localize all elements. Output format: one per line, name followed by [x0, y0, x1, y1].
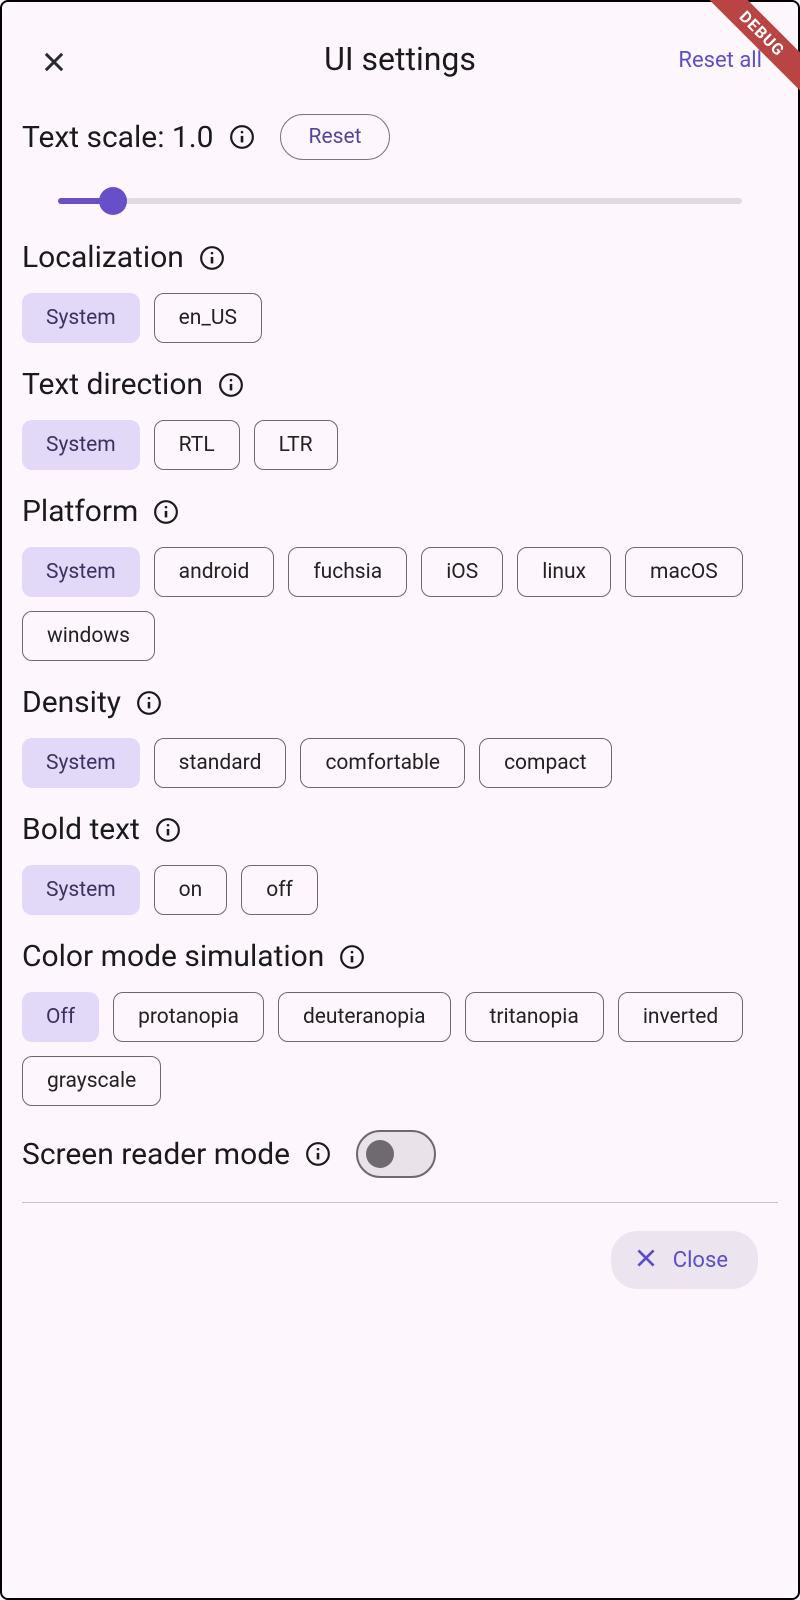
bold-text-chip-on[interactable]: on	[154, 865, 228, 915]
text-direction-chip-ltr[interactable]: LTR	[254, 420, 338, 470]
info-icon[interactable]	[228, 123, 256, 151]
section-localization: Localization System en_US	[22, 240, 778, 343]
info-icon[interactable]	[198, 244, 226, 272]
color-mode-chip-tritanopia[interactable]: tritanopia	[465, 992, 604, 1042]
close-icon[interactable]	[38, 46, 70, 78]
text-scale-slider[interactable]	[58, 198, 742, 204]
section-text-direction: Text direction System RTL LTR	[22, 367, 778, 470]
section-density: Density System standard comfortable compact	[22, 685, 778, 788]
info-icon[interactable]	[217, 371, 245, 399]
section-platform: Platform System android fuchsia iOS linux mac…	[22, 494, 778, 661]
text-direction-chip-rtl[interactable]: RTL	[154, 420, 240, 470]
screen-reader-switch[interactable]	[356, 1130, 436, 1178]
color-mode-chip-protanopia[interactable]: protanopia	[113, 992, 264, 1042]
bold-text-chip-system[interactable]: System	[22, 865, 140, 915]
density-chip-compact[interactable]: compact	[479, 738, 611, 788]
section-text-scale: Text scale: 1.0 Reset	[22, 114, 778, 216]
screen-reader-label: Screen reader mode	[22, 1137, 290, 1172]
localization-chip-system[interactable]: System	[22, 293, 140, 343]
platform-chip-android[interactable]: android	[154, 547, 275, 597]
density-chip-comfortable[interactable]: comfortable	[300, 738, 465, 788]
platform-chip-windows[interactable]: windows	[22, 611, 155, 661]
bold-text-chip-off[interactable]: off	[241, 865, 318, 915]
info-icon[interactable]	[338, 943, 366, 971]
platform-chips: System android fuchsia iOS linux macOS windows	[22, 547, 778, 661]
color-mode-chip-off[interactable]: Off	[22, 992, 99, 1042]
close-button[interactable]: Close	[611, 1231, 758, 1289]
reset-all-link[interactable]: Reset all	[678, 48, 762, 73]
switch-knob	[366, 1140, 394, 1168]
divider	[22, 1202, 778, 1203]
localization-label: Localization	[22, 240, 184, 275]
platform-chip-linux[interactable]: linux	[517, 547, 611, 597]
info-icon[interactable]	[135, 689, 163, 717]
color-mode-label: Color mode simulation	[22, 939, 324, 974]
info-icon[interactable]	[152, 498, 180, 526]
section-bold-text: Bold text System onoff	[22, 812, 778, 915]
bold-text-label: Bold text	[22, 812, 140, 847]
density-chip-standard[interactable]: standard	[154, 738, 287, 788]
platform-chip-fuchsia[interactable]: fuchsia	[288, 547, 407, 597]
localization-chips: System en_US	[22, 293, 778, 343]
section-screen-reader: Screen reader mode	[22, 1130, 778, 1178]
close-icon	[633, 1245, 659, 1275]
platform-chip-ios[interactable]: iOS	[421, 547, 503, 597]
color-mode-chip-inverted[interactable]: inverted	[618, 992, 743, 1042]
color-mode-chip-grayscale[interactable]: grayscale	[22, 1056, 161, 1106]
page-title: UI settings	[26, 40, 774, 78]
color-mode-chip-deuteranopia[interactable]: deuteranopia	[278, 992, 451, 1042]
close-button-label: Close	[673, 1248, 728, 1273]
density-chips: System standard comfortable compact	[22, 738, 778, 788]
slider-thumb[interactable]	[99, 187, 127, 215]
text-scale-reset-button[interactable]: Reset	[280, 114, 391, 160]
platform-chip-system[interactable]: System	[22, 547, 140, 597]
platform-chip-macos[interactable]: macOS	[625, 547, 743, 597]
section-color-mode: Color mode simulation Off protanopia deute…	[22, 939, 778, 1106]
info-icon[interactable]	[304, 1140, 332, 1168]
footer: Close	[22, 1231, 778, 1289]
localization-chip-en-us[interactable]: en_US	[154, 293, 262, 343]
platform-label: Platform	[22, 494, 138, 529]
text-direction-label: Text direction	[22, 367, 203, 402]
density-label: Density	[22, 685, 121, 720]
density-chip-system[interactable]: System	[22, 738, 140, 788]
color-mode-chips: Off protanopia deuteranopia tritanopia inver…	[22, 992, 778, 1106]
text-scale-label: Text scale: 1.0	[22, 120, 214, 155]
header: UI settings Reset all	[2, 2, 798, 102]
info-icon[interactable]	[154, 816, 182, 844]
text-direction-chip-system[interactable]: System	[22, 420, 140, 470]
bold-text-chips: System onoff	[22, 865, 778, 915]
text-direction-chips: System RTL LTR	[22, 420, 778, 470]
